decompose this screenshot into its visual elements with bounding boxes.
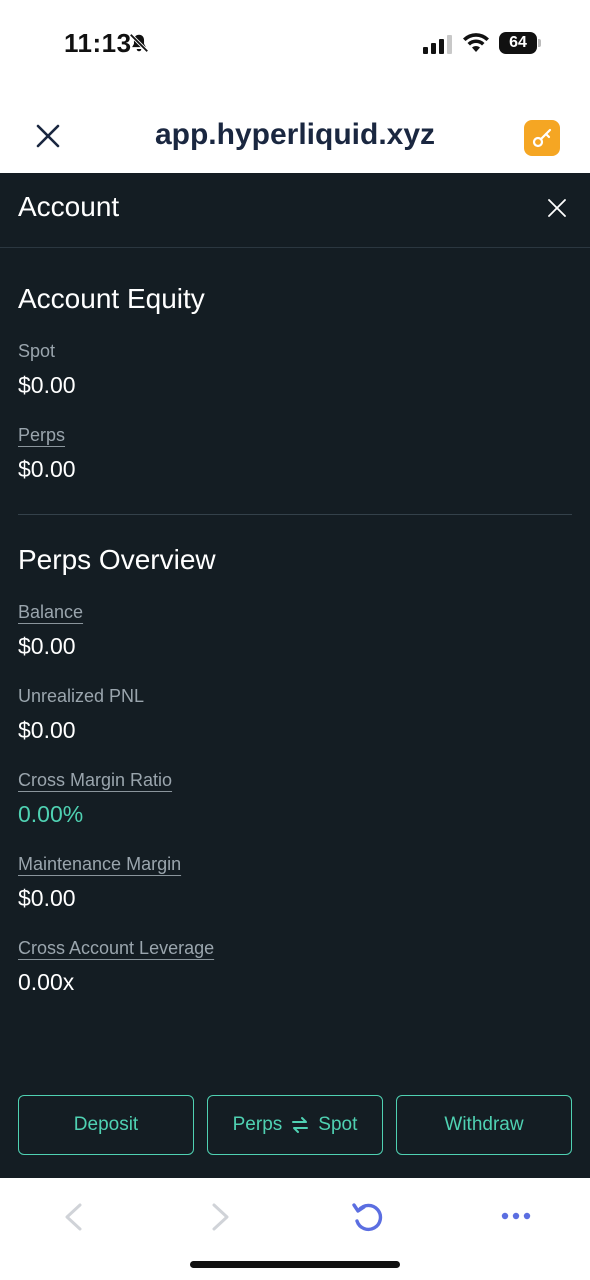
forward-icon[interactable] xyxy=(210,1202,232,1232)
swap-arrows-icon xyxy=(292,1117,309,1133)
deposit-button[interactable]: Deposit xyxy=(18,1095,194,1155)
close-icon[interactable] xyxy=(548,199,566,217)
wifi-icon xyxy=(463,33,489,52)
perps-value: $0.00 xyxy=(18,456,76,482)
bell-muted-icon xyxy=(129,33,149,53)
maintenance-margin-value: $0.00 xyxy=(18,885,76,911)
perps-overview-title: Perps Overview xyxy=(18,544,216,575)
cross-margin-ratio-value: 0.00% xyxy=(18,801,84,827)
key-icon xyxy=(532,128,552,148)
status-time: 11:13 xyxy=(64,28,132,58)
reload-icon[interactable] xyxy=(350,1199,386,1235)
browser-header: app.hyperliquid.xyz xyxy=(0,90,590,173)
account-panel: Account Account Equity Spot $0.00 Perps … xyxy=(0,173,590,1178)
withdraw-label: Withdraw xyxy=(444,1114,524,1135)
back-icon[interactable] xyxy=(62,1202,84,1232)
section-divider xyxy=(18,514,572,515)
signal-icon xyxy=(423,35,452,54)
cross-account-leverage-label[interactable]: Cross Account Leverage xyxy=(18,938,214,959)
perps-spot-transfer-button[interactable]: Perps Spot xyxy=(207,1095,383,1155)
home-indicator xyxy=(190,1261,400,1268)
more-icon[interactable] xyxy=(500,1211,532,1221)
perps-label[interactable]: Perps xyxy=(18,425,65,446)
cross-margin-ratio-label[interactable]: Cross Margin Ratio xyxy=(18,770,172,791)
battery-tip xyxy=(538,39,541,47)
account-equity-title: Account Equity xyxy=(18,283,205,314)
battery-icon: 64 xyxy=(499,32,541,54)
spot-value: $0.00 xyxy=(18,372,76,398)
balance-value: $0.00 xyxy=(18,633,76,659)
deposit-label: Deposit xyxy=(73,1114,139,1135)
url-text[interactable]: app.hyperliquid.xyz xyxy=(0,118,590,152)
status-bar: 11:13 64 xyxy=(0,0,590,90)
transfer-left-label: Perps xyxy=(232,1114,283,1135)
panel-title: Account xyxy=(18,191,120,222)
bottom-toolbar xyxy=(0,1178,590,1280)
withdraw-button[interactable]: Withdraw xyxy=(396,1095,572,1155)
unrealized-pnl-label: Unrealized PNL xyxy=(18,686,145,706)
spot-label: Spot xyxy=(18,341,56,361)
maintenance-margin-label[interactable]: Maintenance Margin xyxy=(18,854,181,875)
cross-account-leverage-value: 0.00x xyxy=(18,969,75,995)
panel-header: Account xyxy=(0,173,590,248)
unrealized-pnl-value: $0.00 xyxy=(18,717,76,743)
balance-label[interactable]: Balance xyxy=(18,602,83,623)
key-button[interactable] xyxy=(524,120,560,156)
battery-level: 64 xyxy=(499,32,537,54)
transfer-right-label: Spot xyxy=(318,1114,358,1135)
